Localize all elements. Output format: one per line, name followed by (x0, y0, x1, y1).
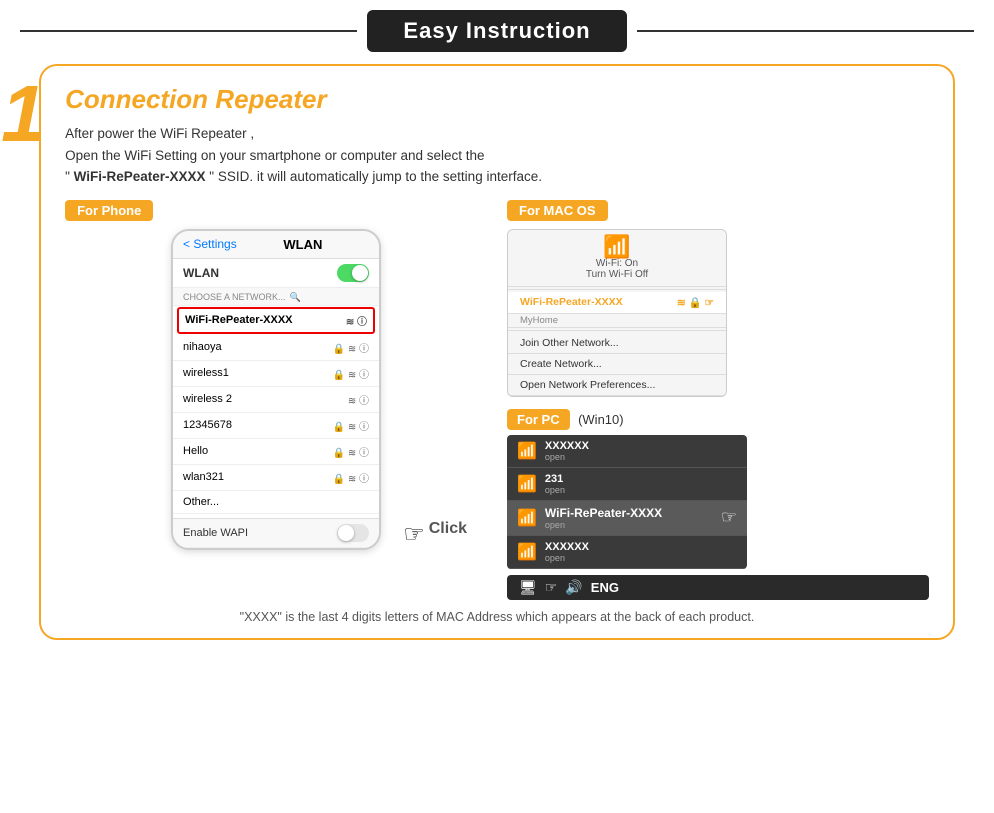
page-wrapper: Easy Instruction 1 Connection Repeater A… (0, 0, 994, 813)
header-line-right (637, 30, 974, 32)
network-row[interactable]: 12345678 🔒 ≋ ⓘ (173, 413, 379, 439)
taskbar-network-icon: 🖥 (519, 579, 537, 596)
wifi-name: WiFi-RePeater-XXXX (74, 169, 206, 184)
network-row[interactable]: Other... (173, 491, 379, 514)
header-line-left (20, 30, 357, 32)
network-row[interactable]: wlan321 🔒 ≋ ⓘ (173, 465, 379, 491)
wapi-toggle[interactable] (337, 524, 369, 542)
header-section: Easy Instruction (20, 10, 974, 52)
wifi-icon: 📶 (603, 236, 630, 258)
mac-section: For MAC OS 📶 Wi-Fi: On Turn Wi-Fi Off Wi… (507, 200, 929, 397)
pc-label: For PC (507, 409, 570, 430)
network-section-header: CHOOSE A NETWORK... 🔍 (173, 288, 379, 306)
pc-wifi-icon-1: 📶 (517, 441, 537, 461)
phone-header: < Settings WLAN (173, 231, 379, 259)
phone-label: For Phone (65, 200, 153, 221)
wlan-toggle[interactable] (337, 264, 369, 282)
choose-network-label: CHOOSE A NETWORK... (183, 292, 286, 302)
mac-selected-network-name: WiFi-RePeater-XXXX (520, 296, 623, 308)
taskbar-cursor-icon: ☞ (545, 579, 558, 596)
two-col: For Phone < Settings WLAN WLAN (65, 200, 929, 600)
phone-back: < Settings (183, 237, 237, 251)
wlan-label: WLAN (183, 266, 219, 280)
main-card: Connection Repeater After power the WiFi… (39, 64, 955, 640)
mac-join-other[interactable]: Join Other Network... (508, 333, 726, 354)
col-left: For Phone < Settings WLAN WLAN (65, 200, 487, 549)
step-description: After power the WiFi Repeater , Open the… (65, 123, 929, 188)
phone-mockup: < Settings WLAN WLAN CHOOSE A NETWORK... (171, 229, 381, 550)
mac-panel-header: 📶 Wi-Fi: On Turn Wi-Fi Off (508, 230, 726, 287)
pc-wifi-icon-2: 📶 (517, 474, 537, 494)
mac-label: For MAC OS (507, 200, 608, 221)
click-label: Click (429, 520, 467, 549)
pc-section: For PC (Win10) 📶 XXXXXX open (507, 411, 929, 600)
enable-wapi-label: Enable WAPI (183, 527, 248, 539)
pc-taskbar: 🖥 ☞ 🔊 ENG (507, 575, 929, 600)
wifi-turn-off[interactable]: Turn Wi-Fi Off (586, 269, 648, 280)
mac-open-prefs[interactable]: Open Network Preferences... (508, 375, 726, 396)
footer-note: "XXXX" is the last 4 digits letters of M… (65, 610, 929, 624)
hand-cursor-icon: ☞ (403, 520, 425, 549)
pc-wifi-icon-4: 📶 (517, 542, 537, 562)
pc-label-suffix: (Win10) (578, 412, 624, 427)
phone-title: WLAN (283, 237, 322, 252)
wifi-on-label: Wi-Fi: On (596, 258, 638, 269)
taskbar-volume-icon: 🔊 (565, 579, 582, 596)
header-badge: Easy Instruction (367, 10, 626, 52)
network-row[interactable]: nihaoya 🔒 ≋ ⓘ (173, 335, 379, 361)
mac-selected-sub: MyHome (508, 314, 726, 328)
pc-wifi-icon-3: 📶 (517, 508, 537, 528)
selected-network-row[interactable]: WiFi-RePeater-XXXX ≋ ⓘ (177, 307, 375, 334)
selected-network-name: WiFi-RePeater-XXXX (185, 314, 293, 326)
pc-panel: 📶 XXXXXX open 📶 231 open (507, 435, 747, 569)
network-row[interactable]: wireless1 🔒 ≋ ⓘ (173, 361, 379, 387)
pc-selected-network-row[interactable]: 📶 WiFi-RePeater-XXXX open ☞ (507, 501, 747, 536)
taskbar-lang: ENG (591, 580, 619, 595)
mac-selected-network[interactable]: WiFi-RePeater-XXXX ≋ 🔒 ☞ (508, 292, 726, 314)
pc-network-row[interactable]: 📶 XXXXXX open (507, 435, 747, 468)
col-right: For MAC OS 📶 Wi-Fi: On Turn Wi-Fi Off Wi… (507, 200, 929, 600)
pc-network-row[interactable]: 📶 XXXXXX open (507, 536, 747, 569)
wlan-toggle-row: WLAN (173, 259, 379, 288)
network-row[interactable]: Hello 🔒 ≋ ⓘ (173, 439, 379, 465)
network-row[interactable]: wireless 2 ≋ ⓘ (173, 387, 379, 413)
step-title: Connection Repeater (65, 84, 929, 115)
pc-network-row[interactable]: 📶 231 open (507, 468, 747, 501)
pc-cursor-icon: ☞ (721, 507, 737, 528)
mac-panel: 📶 Wi-Fi: On Turn Wi-Fi Off WiFi-RePeater… (507, 229, 727, 397)
mac-create-network[interactable]: Create Network... (508, 354, 726, 375)
